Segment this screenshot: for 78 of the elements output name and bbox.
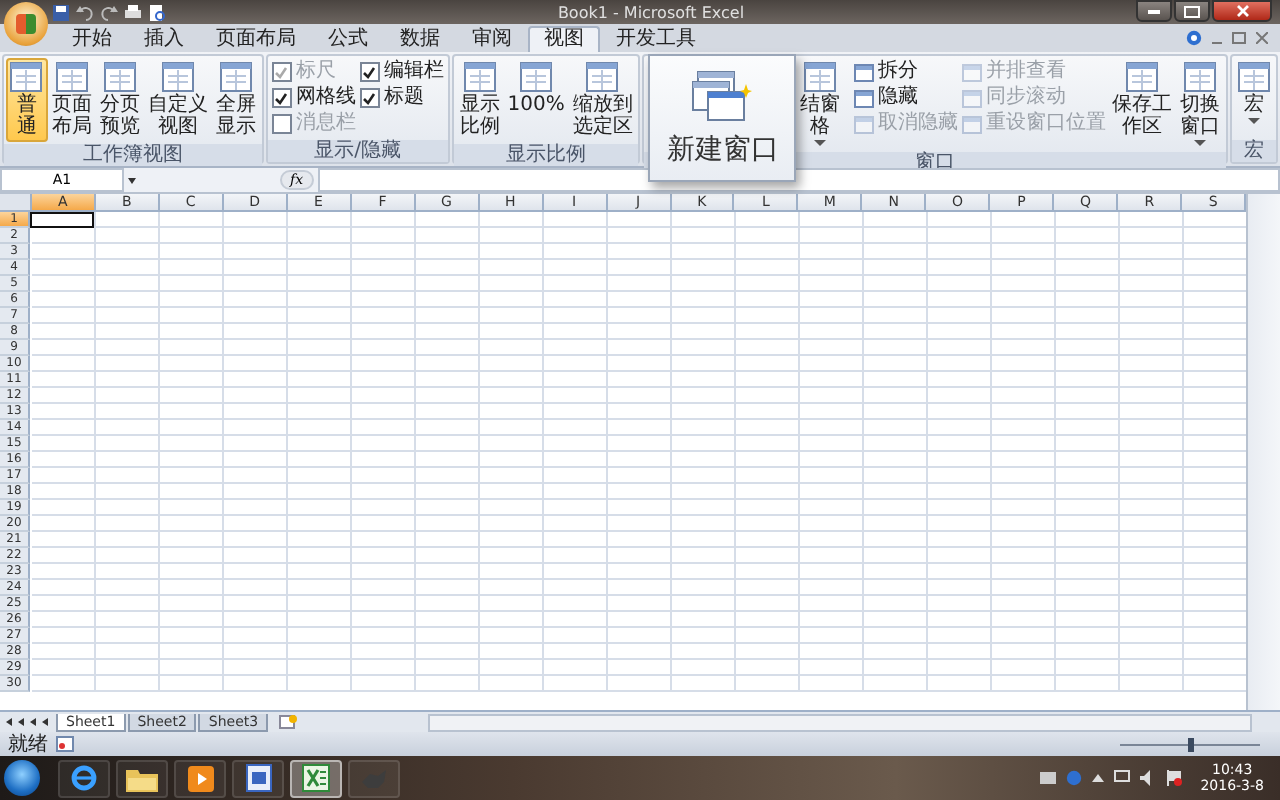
undo-icon[interactable] [76,3,94,21]
printer-icon[interactable] [124,3,142,21]
group-label: 宏 [1232,140,1276,162]
window-icon [219,62,252,92]
window-icon [1238,62,1270,92]
taskbar-app[interactable] [232,759,284,797]
ribbon-button[interactable]: 页面布局 [47,58,96,142]
ribbon-button[interactable]: 切换窗口 [1176,58,1224,150]
play-icon [187,765,213,791]
ribbon-button[interactable]: 显示比例 [455,58,504,142]
window-icon [103,62,136,92]
status-text: 就绪 [8,733,48,755]
ribbon-button[interactable]: 100% [503,58,569,120]
ribbon-button[interactable]: 全屏显示 [211,58,260,142]
ribbon-button[interactable]: 保存工作区 [1108,58,1176,142]
vertical-scrollbar[interactable] [1246,194,1280,710]
caret-icon[interactable] [128,177,136,183]
window-icon [1126,62,1158,92]
taskbar-app[interactable] [174,759,226,797]
ribbon-button[interactable]: 隐藏 [852,86,960,110]
help-icon[interactable] [1186,30,1202,46]
office-button[interactable] [4,2,48,46]
window-title: Book1 - Microsoft Excel [555,3,747,21]
restore-workbook-icon[interactable] [1232,32,1246,44]
ribbon-tab[interactable]: 审阅 [456,26,528,52]
folder-icon [126,765,158,791]
ribbon-tab[interactable]: 公式 [312,26,384,52]
document-icon [245,764,271,792]
start-button[interactable] [4,760,40,796]
window-icon [55,62,88,92]
ribbon-tab[interactable]: 插入 [128,26,200,52]
spreadsheet-icon [302,764,330,792]
ribbon-tab[interactable]: 开发工具 [600,26,712,52]
active-cell[interactable] [30,212,94,228]
checkbox[interactable]: 标题 [357,86,446,110]
ribbon-button[interactable]: 自定义视图 [143,58,212,142]
ribbon-button[interactable]: 宏 [1234,58,1274,128]
page-preview-icon[interactable] [148,3,166,21]
ribbon-tab[interactable]: 页面布局 [200,26,312,52]
checkbox[interactable]: 网格线 [269,86,358,110]
close-workbook-icon[interactable] [1256,32,1268,44]
network-icon[interactable] [1114,770,1131,786]
window-icon [463,62,496,92]
keyboard-icon[interactable] [1040,772,1057,784]
formula-input[interactable] [317,168,1280,192]
close-button[interactable] [1212,0,1272,22]
up-arrow-icon[interactable] [1092,772,1105,784]
ribbon-button[interactable]: 普通 [6,58,48,142]
window-icon [161,62,194,92]
taskbar-app[interactable] [290,759,342,797]
ribbon-tab[interactable]: 数据 [384,26,456,52]
ribbon-tab[interactable]: 开始 [56,26,128,52]
window-icon [1184,62,1216,92]
minimize-button[interactable] [1136,0,1172,22]
window-icon [10,62,43,92]
group-label: 工作簿视图 [4,144,262,166]
ribbon-tab[interactable]: 视图 [528,26,600,52]
close-icon [1235,4,1249,18]
window-icon [804,62,837,92]
windows-icon [692,69,753,121]
flag-icon[interactable] [1166,770,1183,786]
maximize-button[interactable] [1174,0,1210,22]
group-label: 显示/隐藏 [267,140,448,162]
window-icon [586,62,619,92]
save-icon[interactable] [52,3,70,21]
window-icon [520,62,553,92]
macro-record-icon[interactable] [56,736,74,752]
horizontal-scrollbar[interactable] [428,713,1252,731]
globe-e-icon [70,764,98,792]
ribbon-button[interactable]: 分页预览 [95,58,144,142]
checkbox[interactable]: 编辑栏 [357,60,446,84]
insert-sheet-icon[interactable] [278,714,299,730]
taskbar-app[interactable] [116,759,168,797]
group-label: 显示比例 [453,144,639,166]
taskbar-app[interactable] [58,759,110,797]
ribbon-button[interactable]: 缩放到选定区 [568,58,637,142]
ribbon-button[interactable]: 拆分 [852,60,960,84]
redo-icon[interactable] [100,3,118,21]
